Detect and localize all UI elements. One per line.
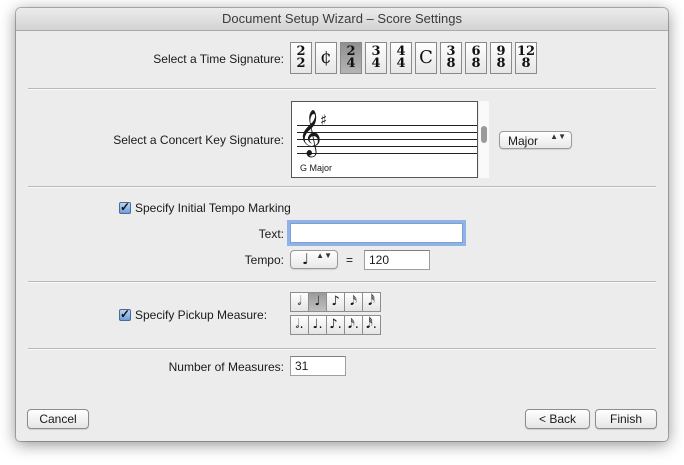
time-signature-option[interactable]: 98 — [490, 42, 512, 74]
treble-clef-icon: 𝄞 — [298, 110, 322, 156]
note-duration-icon: ♪ — [331, 294, 340, 309]
mode-popup-value: Major — [508, 134, 539, 148]
pickup-note-button[interactable]: 𝅗𝅥 — [290, 292, 309, 312]
pickup-note-button[interactable]: 𝅘𝅥𝅯 — [344, 292, 363, 312]
tempo-label: Tempo: — [244, 253, 284, 267]
text-label: Text: — [258, 227, 284, 241]
pickup-note-button[interactable]: 𝅘𝅥𝅯. — [344, 315, 363, 335]
time-signature-denominator: 4 — [396, 56, 406, 71]
pickup-checkbox-label[interactable]: Specify Pickup Measure: — [135, 308, 267, 322]
time-signature-denominator: 8 — [496, 56, 506, 71]
note-duration-icon: 𝅗𝅥 — [297, 294, 302, 309]
pickup-note-button[interactable]: 𝅗𝅥. — [290, 315, 309, 335]
tempo-text-field[interactable] — [290, 223, 463, 243]
time-signature-option[interactable]: 68 — [465, 42, 487, 74]
pickup-note-button[interactable]: 𝅘𝅥𝅰 — [362, 292, 381, 312]
time-signature-option[interactable]: 34 — [365, 42, 387, 74]
pickup-note-button[interactable]: ♪. — [326, 315, 345, 335]
staff-line — [297, 139, 477, 140]
pickup-checkbox[interactable]: ✓ — [119, 307, 131, 321]
pickup-note-button[interactable]: ♩. — [308, 315, 327, 335]
measures-label: Number of Measures: — [168, 360, 284, 374]
cancel-button[interactable]: Cancel — [27, 409, 89, 429]
window-title: Document Setup Wizard – Score Settings — [16, 8, 668, 31]
note-duration-icon: ♩ — [314, 294, 321, 309]
time-signature-symbol: ¢ — [320, 47, 332, 68]
sharp-icon: ♯ — [320, 111, 328, 129]
staff-line — [297, 146, 477, 147]
divider — [28, 281, 656, 283]
time-signature-option[interactable]: 38 — [440, 42, 462, 74]
note-duration-icon: ♪. — [329, 317, 342, 332]
pickup-note-button[interactable]: ♩ — [308, 292, 327, 312]
tempo-checkbox-label[interactable]: Specify Initial Tempo Marking — [135, 201, 291, 215]
tempo-checkbox[interactable]: ✓ — [119, 200, 131, 214]
time-signature-option[interactable]: C — [415, 42, 437, 74]
equals-sign: = — [346, 253, 354, 267]
time-signature-option[interactable]: 12 8 — [515, 42, 537, 74]
time-signature-denominator: 8 — [446, 56, 456, 71]
note-duration-icon: 𝅘𝅥𝅰. — [366, 317, 377, 332]
mode-popup[interactable]: Major ▲▼ — [499, 131, 572, 149]
back-button[interactable]: < Back — [525, 409, 590, 429]
note-duration-icon: 𝅗𝅥. — [295, 317, 304, 332]
note-duration-icon: ♩. — [312, 317, 323, 332]
time-signature-option[interactable]: ¢ — [315, 42, 337, 74]
quarter-note-icon: ♩ — [302, 250, 310, 268]
time-signature-option[interactable]: 44 — [390, 42, 412, 74]
time-signature-denominator: 8 — [521, 56, 531, 71]
staff-line — [297, 153, 477, 154]
pickup-note-button[interactable]: 𝅘𝅥𝅰. — [362, 315, 381, 335]
tempo-bpm-field[interactable]: 120 — [364, 250, 430, 270]
time-signature-symbol: C — [419, 47, 433, 68]
note-duration-icon: 𝅘𝅥𝅰 — [368, 294, 375, 309]
key-signature-label: Select a Concert Key Signature: — [113, 133, 284, 147]
time-signature-label: Select a Time Signature: — [153, 52, 284, 66]
pickup-note-button[interactable]: ♪ — [326, 292, 345, 312]
key-signature-staff[interactable]: 𝄞 ♯ G Major — [291, 101, 478, 178]
time-signature-denominator: 4 — [371, 56, 381, 71]
note-duration-icon: 𝅘𝅥𝅯 — [350, 294, 357, 309]
tempo-note-popup[interactable]: ♩ ▲▼ — [290, 250, 338, 269]
finish-button[interactable]: Finish — [595, 409, 657, 429]
checkmark-icon: ✓ — [120, 307, 131, 321]
time-signature-denominator: 4 — [346, 56, 356, 71]
divider — [28, 186, 656, 188]
time-signature-denominator: 2 — [296, 56, 306, 71]
measures-field[interactable]: 31 — [290, 356, 346, 376]
divider — [28, 88, 656, 90]
divider — [28, 348, 656, 350]
note-duration-icon: 𝅘𝅥𝅯. — [348, 317, 359, 332]
popup-arrows-icon: ▲▼ — [550, 132, 566, 141]
staff-line — [297, 132, 477, 133]
checkmark-icon: ✓ — [120, 200, 131, 214]
time-signature-option[interactable]: 22 — [290, 42, 312, 74]
time-signature-option[interactable]: 24 — [340, 42, 362, 74]
popup-arrows-icon: ▲▼ — [316, 251, 332, 260]
time-signature-denominator: 8 — [471, 56, 481, 71]
key-scrollbar-thumb[interactable] — [481, 126, 487, 143]
wizard-window: Document Setup Wizard – Score Settings S… — [16, 8, 668, 441]
key-name-label: G Major — [300, 163, 333, 173]
